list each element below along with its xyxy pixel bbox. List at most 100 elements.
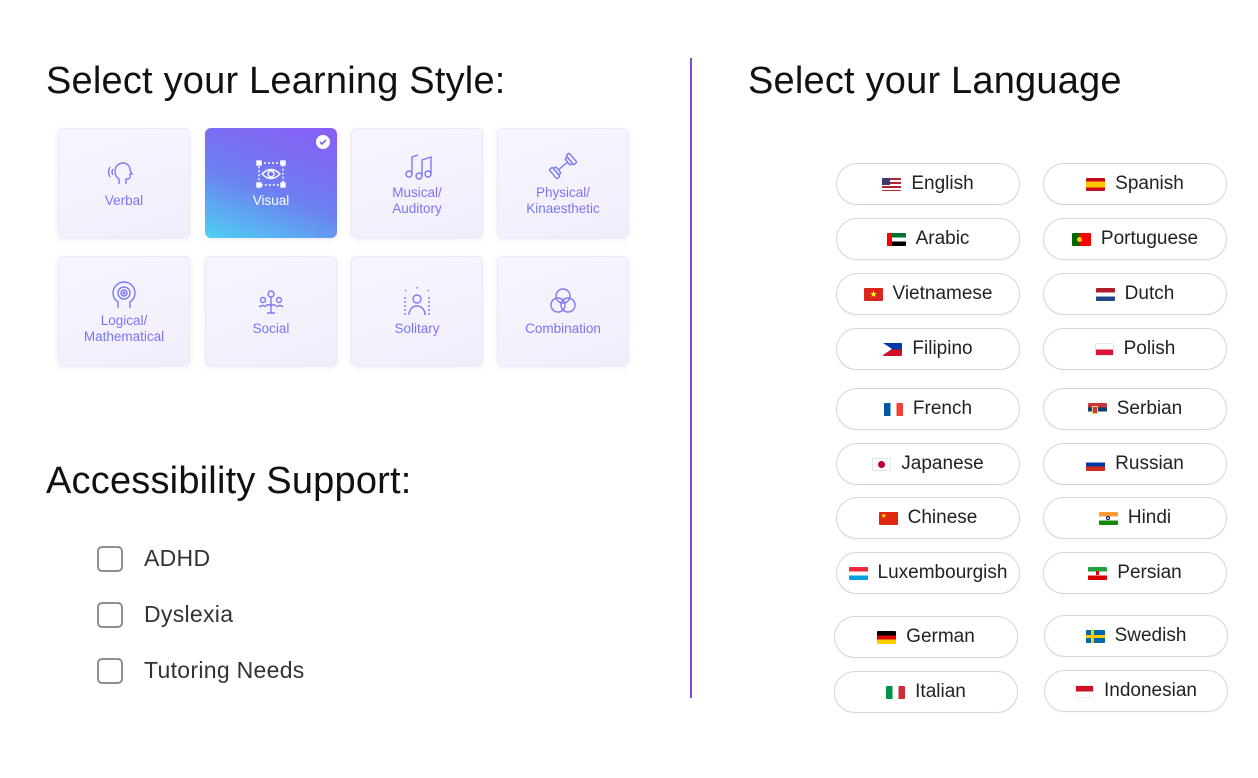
philippines-flag-icon	[883, 342, 903, 356]
language-label: Vietnamese	[892, 283, 993, 304]
language-option-russian[interactable]: Russian	[1043, 443, 1227, 485]
tutoring-needs-option[interactable]: Tutoring Needs	[97, 657, 305, 684]
language-label: Portuguese	[1100, 228, 1199, 249]
language-label: Dutch	[1124, 283, 1175, 304]
language-option-french[interactable]: French	[836, 388, 1020, 430]
language-option-serbian[interactable]: Serbian	[1043, 388, 1227, 430]
learning-style-card-musical[interactable]: Musical/ Auditory	[351, 128, 483, 238]
language-label: Polish	[1123, 338, 1176, 359]
card-label-line: Verbal	[104, 193, 144, 208]
sweden-flag-icon	[1085, 629, 1105, 643]
language-label: Swedish	[1114, 625, 1187, 646]
card-label-line: Kinaesthetic	[526, 201, 600, 216]
language-label: Arabic	[915, 228, 970, 249]
language-option-persian[interactable]: Persian	[1043, 552, 1227, 594]
language-label: Indonesian	[1104, 680, 1197, 701]
spain-flag-icon	[1086, 177, 1106, 191]
adhd-option[interactable]: ADHD	[97, 545, 210, 572]
language-option-indonesian[interactable]: Indonesian	[1044, 670, 1228, 712]
card-label-line: Solitary	[394, 321, 440, 336]
dyslexia-label: Dyslexia	[144, 601, 234, 627]
iran-flag-icon	[1088, 566, 1108, 580]
language-option-luxembourgish[interactable]: Luxembourgish	[836, 552, 1020, 594]
tutoring-needs-label: Tutoring Needs	[144, 657, 305, 683]
language-option-swedish[interactable]: Swedish	[1044, 615, 1228, 657]
language-label: Japanese	[901, 453, 984, 474]
card-label-line: Combination	[525, 321, 601, 336]
language-option-spanish[interactable]: Spanish	[1043, 163, 1227, 205]
language-label: German	[906, 626, 975, 647]
language-label: Serbian	[1116, 398, 1183, 419]
language-option-chinese[interactable]: ★ Chinese	[836, 497, 1020, 539]
indonesia-flag-icon	[1075, 684, 1095, 698]
card-label-line: Mathematical	[83, 329, 165, 344]
luxembourg-flag-icon	[848, 566, 868, 580]
venn-circles-icon	[550, 288, 576, 313]
language-label: Spanish	[1115, 173, 1184, 194]
language-label: Italian	[915, 681, 966, 702]
adhd-label: ADHD	[144, 545, 211, 571]
accessibility-title: Accessibility Support:	[46, 460, 412, 502]
language-option-filipino[interactable]: Filipino	[836, 328, 1020, 370]
learning-style-card-combination[interactable]: Combination	[497, 256, 629, 366]
language-option-italian[interactable]: Italian	[834, 671, 1018, 713]
language-label: Persian	[1117, 562, 1182, 583]
people-icon	[258, 290, 284, 314]
dumbbell-icon	[548, 152, 578, 180]
language-label: Luxembourgish	[877, 562, 1008, 583]
brain-head-icon	[112, 281, 136, 308]
serbia-flag-icon	[1087, 402, 1107, 416]
language-option-portuguese[interactable]: Portuguese	[1043, 218, 1227, 260]
card-label-line: Auditory	[392, 201, 442, 216]
india-flag-icon	[1098, 511, 1118, 525]
language-option-vietnamese[interactable]: ★ Vietnamese	[836, 273, 1020, 315]
card-label-line: Musical/	[392, 185, 442, 200]
language-option-polish[interactable]: Polish	[1043, 328, 1227, 370]
language-label: English	[911, 173, 974, 194]
language-option-dutch[interactable]: Dutch	[1043, 273, 1227, 315]
card-label-line: Logical/	[100, 313, 148, 328]
section-divider	[690, 58, 692, 698]
japan-flag-icon	[872, 457, 892, 471]
poland-flag-icon	[1094, 342, 1114, 356]
china-flag-icon: ★	[878, 511, 898, 525]
italy-flag-icon	[886, 685, 906, 699]
speaking-head-icon	[107, 162, 134, 184]
dyslexia-checkbox[interactable]	[97, 601, 123, 628]
language-option-japanese[interactable]: Japanese	[836, 443, 1020, 485]
germany-flag-icon	[877, 630, 897, 644]
learning-style-card-social[interactable]: Social	[205, 256, 337, 366]
russia-flag-icon	[1086, 457, 1106, 471]
portugal-flag-icon	[1071, 232, 1091, 246]
language-label: Hindi	[1127, 507, 1172, 528]
dyslexia-option[interactable]: Dyslexia	[97, 601, 233, 628]
uae-flag-icon	[886, 232, 906, 246]
music-notes-icon	[405, 154, 432, 180]
france-flag-icon	[883, 402, 903, 416]
language-option-hindi[interactable]: Hindi	[1043, 497, 1227, 539]
solitary-person-icon	[404, 287, 430, 316]
language-option-english[interactable]: English	[836, 163, 1020, 205]
netherlands-flag-icon	[1095, 287, 1115, 301]
language-label: Chinese	[907, 507, 978, 528]
card-label-line: Visual	[252, 193, 290, 208]
language-label: Filipino	[912, 338, 973, 359]
learning-style-card-logical[interactable]: Logical/ Mathematical	[58, 256, 190, 366]
learning-style-title: Select your Learning Style:	[46, 60, 506, 102]
learning-style-card-physical[interactable]: Physical/ Kinaesthetic	[497, 128, 629, 238]
learning-style-card-verbal[interactable]: Verbal	[58, 128, 190, 238]
language-label: French	[912, 398, 973, 419]
eye-icon	[256, 160, 286, 188]
learning-style-card-visual[interactable]: Visual	[205, 128, 337, 238]
learning-style-card-solitary[interactable]: Solitary	[351, 256, 483, 366]
language-title: Select your Language	[748, 60, 1122, 102]
language-option-german[interactable]: German	[834, 616, 1018, 658]
us-flag-icon	[882, 177, 902, 191]
language-label: Russian	[1115, 453, 1184, 474]
card-label-line: Social	[252, 321, 290, 336]
adhd-checkbox[interactable]	[97, 545, 123, 572]
card-label-line: Physical/	[535, 185, 590, 200]
vietnam-flag-icon: ★	[863, 287, 883, 301]
tutoring-needs-checkbox[interactable]	[97, 657, 123, 684]
language-option-arabic[interactable]: Arabic	[836, 218, 1020, 260]
